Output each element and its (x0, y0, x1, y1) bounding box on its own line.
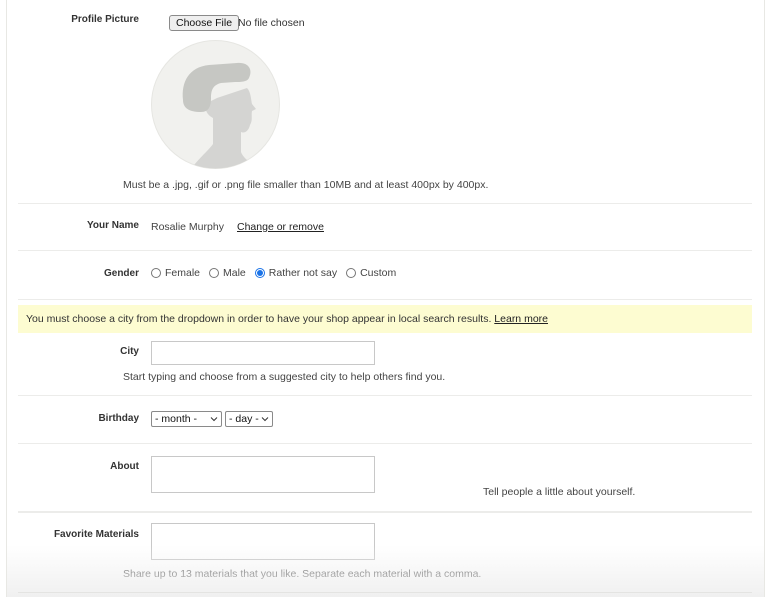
month-select-value: - month - (155, 413, 198, 425)
day-select-value: - day - (229, 413, 259, 425)
about-textarea[interactable] (151, 456, 375, 493)
change-or-remove-link[interactable]: Change or remove (237, 221, 324, 233)
radio-rather-not-say[interactable] (254, 268, 265, 278)
birthday-label: Birthday (98, 413, 139, 424)
city-help: Start typing and choose from a suggested… (123, 371, 446, 383)
gender-option-label: Female (165, 267, 201, 279)
your-name-value: Rosalie Murphy (151, 221, 224, 233)
radio-female[interactable] (151, 268, 161, 278)
choose-file-button[interactable]: Choose File (169, 15, 240, 31)
banner-text: You must choose a city from the dropdown… (26, 313, 492, 325)
gender-option-custom[interactable]: Custom (346, 267, 396, 279)
chevron-down-icon (261, 417, 269, 422)
gender-option-label: Custom (360, 267, 397, 279)
about-help: Tell people a little about yourself. (483, 486, 636, 498)
radio-male[interactable] (209, 268, 220, 278)
learn-more-link[interactable]: Learn more (494, 313, 548, 325)
about-label: About (110, 461, 139, 472)
divider (18, 250, 752, 251)
month-select[interactable]: - month - (151, 411, 222, 427)
gender-label: Gender (103, 268, 139, 279)
gender-option-rather-not-say[interactable]: Rather not say (254, 267, 338, 279)
city-notice-banner: You must choose a city from the dropdown… (18, 305, 752, 333)
favorite-materials-label: Favorite Materials (53, 529, 139, 540)
avatar (151, 40, 280, 169)
gender-option-label: Male (223, 267, 246, 279)
person-silhouette-icon (151, 40, 280, 169)
favorite-materials-textarea[interactable] (151, 523, 375, 560)
city-label: City (120, 346, 139, 357)
your-name-label: Your Name (86, 220, 139, 231)
gender-option-label: Rather not say (268, 267, 338, 279)
divider (18, 395, 752, 396)
city-input[interactable] (151, 341, 375, 365)
profile-picture-help: Must be a .jpg, .gif or .png file smalle… (123, 179, 489, 191)
divider (18, 592, 752, 593)
divider (18, 511, 752, 513)
radio-custom[interactable] (346, 268, 357, 278)
divider (18, 299, 752, 300)
gender-radio-group: Female Male Rather not say Custom (151, 267, 405, 279)
gender-option-male[interactable]: Male (209, 267, 246, 279)
divider (18, 443, 752, 444)
gender-option-female[interactable]: Female (151, 267, 200, 279)
day-select[interactable]: - day - (225, 411, 273, 427)
divider (18, 203, 752, 204)
chevron-down-icon (210, 417, 218, 422)
favorite-materials-help: Share up to 13 materials that you like. … (123, 568, 482, 580)
profile-picture-label: Profile Picture (71, 14, 139, 25)
file-status-text: No file chosen (238, 17, 305, 29)
